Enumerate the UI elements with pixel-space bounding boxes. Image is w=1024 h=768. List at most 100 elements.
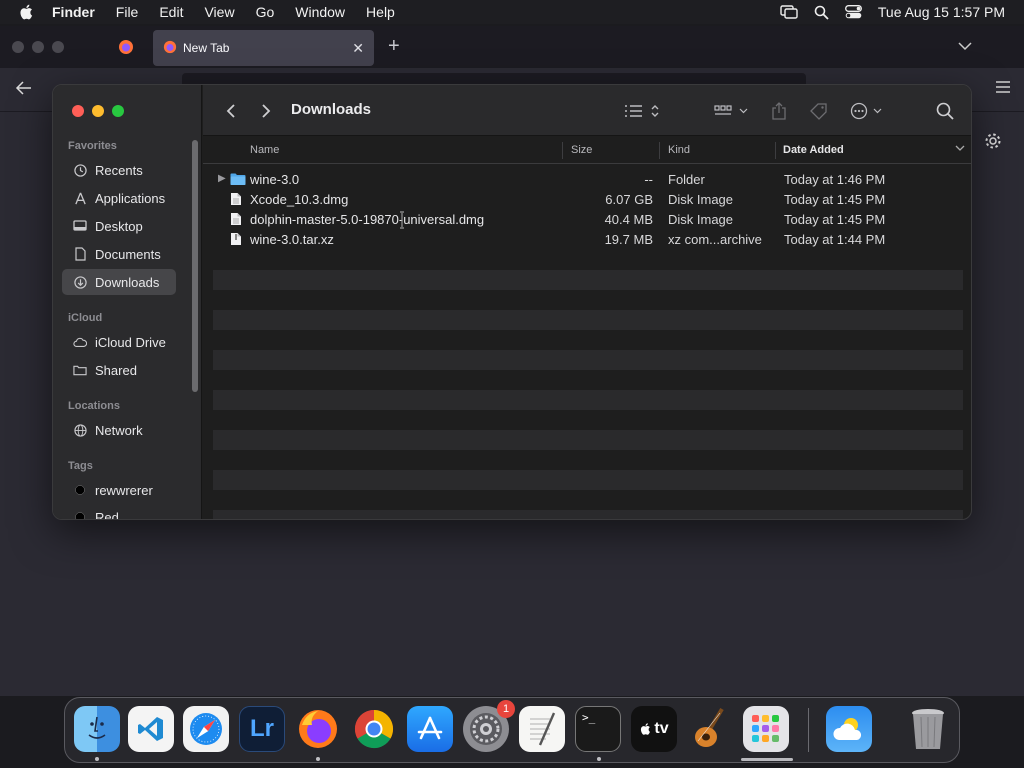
screen-mirroring-icon[interactable] xyxy=(780,5,798,19)
file-row-wine-tar-xz[interactable]: wine-3.0.tar.xz 19.7 MB xz com...archive… xyxy=(203,230,971,250)
menu-finder[interactable]: Finder xyxy=(52,4,95,20)
menu-bar-clock[interactable]: Tue Aug 15 1:57 PM xyxy=(878,4,1005,20)
column-divider[interactable] xyxy=(659,142,660,159)
tag-color-dot-icon xyxy=(73,483,87,497)
browser-back-arrow-icon[interactable] xyxy=(14,78,34,103)
menu-edit[interactable]: Edit xyxy=(159,4,183,20)
control-center-icon[interactable] xyxy=(844,5,862,19)
browser-menu-hamburger-icon[interactable] xyxy=(996,80,1010,98)
finder-minimize-button[interactable] xyxy=(92,105,104,117)
sidebar-item-documents[interactable]: Documents xyxy=(62,241,176,267)
file-size: 40.4 MB xyxy=(604,212,653,227)
back-chevron-icon[interactable] xyxy=(225,85,237,136)
file-date-added: Today at 1:44 PM xyxy=(784,232,886,247)
column-header-row: Name Size Kind Date Added xyxy=(203,137,971,164)
browser-close-button[interactable] xyxy=(12,41,24,53)
share-icon[interactable] xyxy=(771,85,787,136)
column-header-size[interactable]: Size xyxy=(571,144,592,156)
desktop-icon xyxy=(73,219,87,233)
search-icon[interactable] xyxy=(936,85,954,136)
menu-bar: Finder File Edit View Go Window Help Tue… xyxy=(0,0,1024,24)
file-date-added: Today at 1:45 PM xyxy=(784,212,886,227)
firefox-view-icon[interactable] xyxy=(118,39,134,60)
download-icon xyxy=(73,275,87,289)
column-header-kind[interactable]: Kind xyxy=(668,144,690,156)
close-tab-icon[interactable]: ✕ xyxy=(352,40,364,57)
dock-terminal-icon[interactable]: >_ xyxy=(575,706,621,752)
sidebar-item-applications[interactable]: Applications xyxy=(62,185,176,211)
spotlight-search-icon[interactable] xyxy=(814,5,829,20)
dock-safari-icon[interactable] xyxy=(183,706,229,752)
dock-vscode-icon[interactable] xyxy=(128,706,174,752)
dock-launchpad-icon[interactable] xyxy=(743,706,789,752)
dock-textedit-icon[interactable] xyxy=(519,706,565,752)
file-row-wine-folder[interactable]: ▶ wine-3.0 -- Folder Today at 1:46 PM xyxy=(203,170,971,190)
dock-app-store-icon[interactable] xyxy=(407,706,453,752)
file-name: wine-3.0 xyxy=(250,172,300,187)
menu-help[interactable]: Help xyxy=(366,4,395,20)
empty-row-stripe xyxy=(213,470,963,490)
menu-go[interactable]: Go xyxy=(256,4,275,20)
sidebar-item-shared[interactable]: Shared xyxy=(62,357,176,383)
mouse-pointer-icon xyxy=(397,211,407,234)
more-actions-icon[interactable] xyxy=(850,85,886,136)
finder-window-title: Downloads xyxy=(291,101,372,118)
sidebar-item-network[interactable]: Network xyxy=(62,417,176,443)
file-row-dolphin-dmg[interactable]: dolphin-master-5.0-19870-universal.dmg 4… xyxy=(203,210,971,230)
file-kind: Disk Image xyxy=(668,212,734,227)
column-divider[interactable] xyxy=(562,142,563,159)
tab-title: New Tab xyxy=(183,41,230,55)
column-header-date-added[interactable]: Date Added xyxy=(783,144,844,156)
disclosure-triangle-icon[interactable]: ▶ xyxy=(218,173,226,184)
column-divider[interactable] xyxy=(775,142,776,159)
forward-chevron-icon[interactable] xyxy=(260,85,272,136)
finder-window: Favorites Recents Applications Desktop D… xyxy=(52,84,972,520)
finder-close-button[interactable] xyxy=(72,105,84,117)
file-kind: xz com...archive xyxy=(668,232,762,247)
group-by-icon[interactable] xyxy=(714,85,750,136)
file-date-added: Today at 1:46 PM xyxy=(784,172,886,187)
apple-logo-icon[interactable] xyxy=(18,3,36,21)
dock-finder-icon[interactable] xyxy=(74,706,120,752)
sidebar-tag-rewwrerer[interactable]: rewwrerer xyxy=(62,477,176,503)
sort-chevron-down-icon[interactable] xyxy=(955,143,965,155)
running-indicator xyxy=(316,757,320,761)
document-icon xyxy=(73,247,87,261)
tag-icon[interactable] xyxy=(809,85,829,136)
sidebar-scrollbar[interactable] xyxy=(192,140,198,392)
dock-apple-tv-icon[interactable]: tv xyxy=(631,706,677,752)
menu-file[interactable]: File xyxy=(116,4,139,20)
cloud-icon xyxy=(73,335,87,349)
sidebar-item-desktop[interactable]: Desktop xyxy=(62,213,176,239)
sidebar-item-recents[interactable]: Recents xyxy=(62,157,176,183)
browser-zoom-button[interactable] xyxy=(52,41,64,53)
list-all-tabs-chevron-icon[interactable] xyxy=(958,38,972,56)
tag-color-dot-icon xyxy=(73,510,87,519)
browser-tab-new-tab[interactable]: New Tab ✕ xyxy=(153,30,374,66)
finder-zoom-button[interactable] xyxy=(112,105,124,117)
file-kind: Folder xyxy=(668,172,705,187)
column-header-name[interactable]: Name xyxy=(250,144,279,156)
sidebar-tag-red[interactable]: Red xyxy=(62,504,176,519)
sidebar-item-downloads[interactable]: Downloads xyxy=(62,269,176,295)
dock-lightroom-icon[interactable]: Lr xyxy=(239,706,285,752)
empty-row-stripe xyxy=(213,270,963,290)
file-icon xyxy=(230,212,242,229)
dock-firefox-icon[interactable] xyxy=(295,706,341,752)
dock-trash-icon[interactable] xyxy=(905,706,951,752)
new-tab-plus-icon[interactable]: + xyxy=(388,35,400,58)
dock-chrome-icon[interactable] xyxy=(351,706,397,752)
menu-view[interactable]: View xyxy=(204,4,234,20)
dock-system-settings-icon[interactable]: 1 xyxy=(463,700,515,752)
sidebar-item-icloud-drive[interactable]: iCloud Drive xyxy=(62,329,176,355)
dock-garageband-icon[interactable] xyxy=(687,706,733,752)
notification-badge: 1 xyxy=(497,700,515,718)
file-size: 19.7 MB xyxy=(604,232,653,247)
dock-weather-icon[interactable] xyxy=(826,706,872,752)
shared-folder-icon xyxy=(73,363,87,377)
browser-minimize-button[interactable] xyxy=(32,41,44,53)
menu-window[interactable]: Window xyxy=(295,4,345,20)
new-tab-settings-gear-icon[interactable] xyxy=(984,132,1002,155)
file-row-xcode-dmg[interactable]: Xcode_10.3.dmg 6.07 GB Disk Image Today … xyxy=(203,190,971,210)
list-view-icon[interactable] xyxy=(625,85,661,136)
